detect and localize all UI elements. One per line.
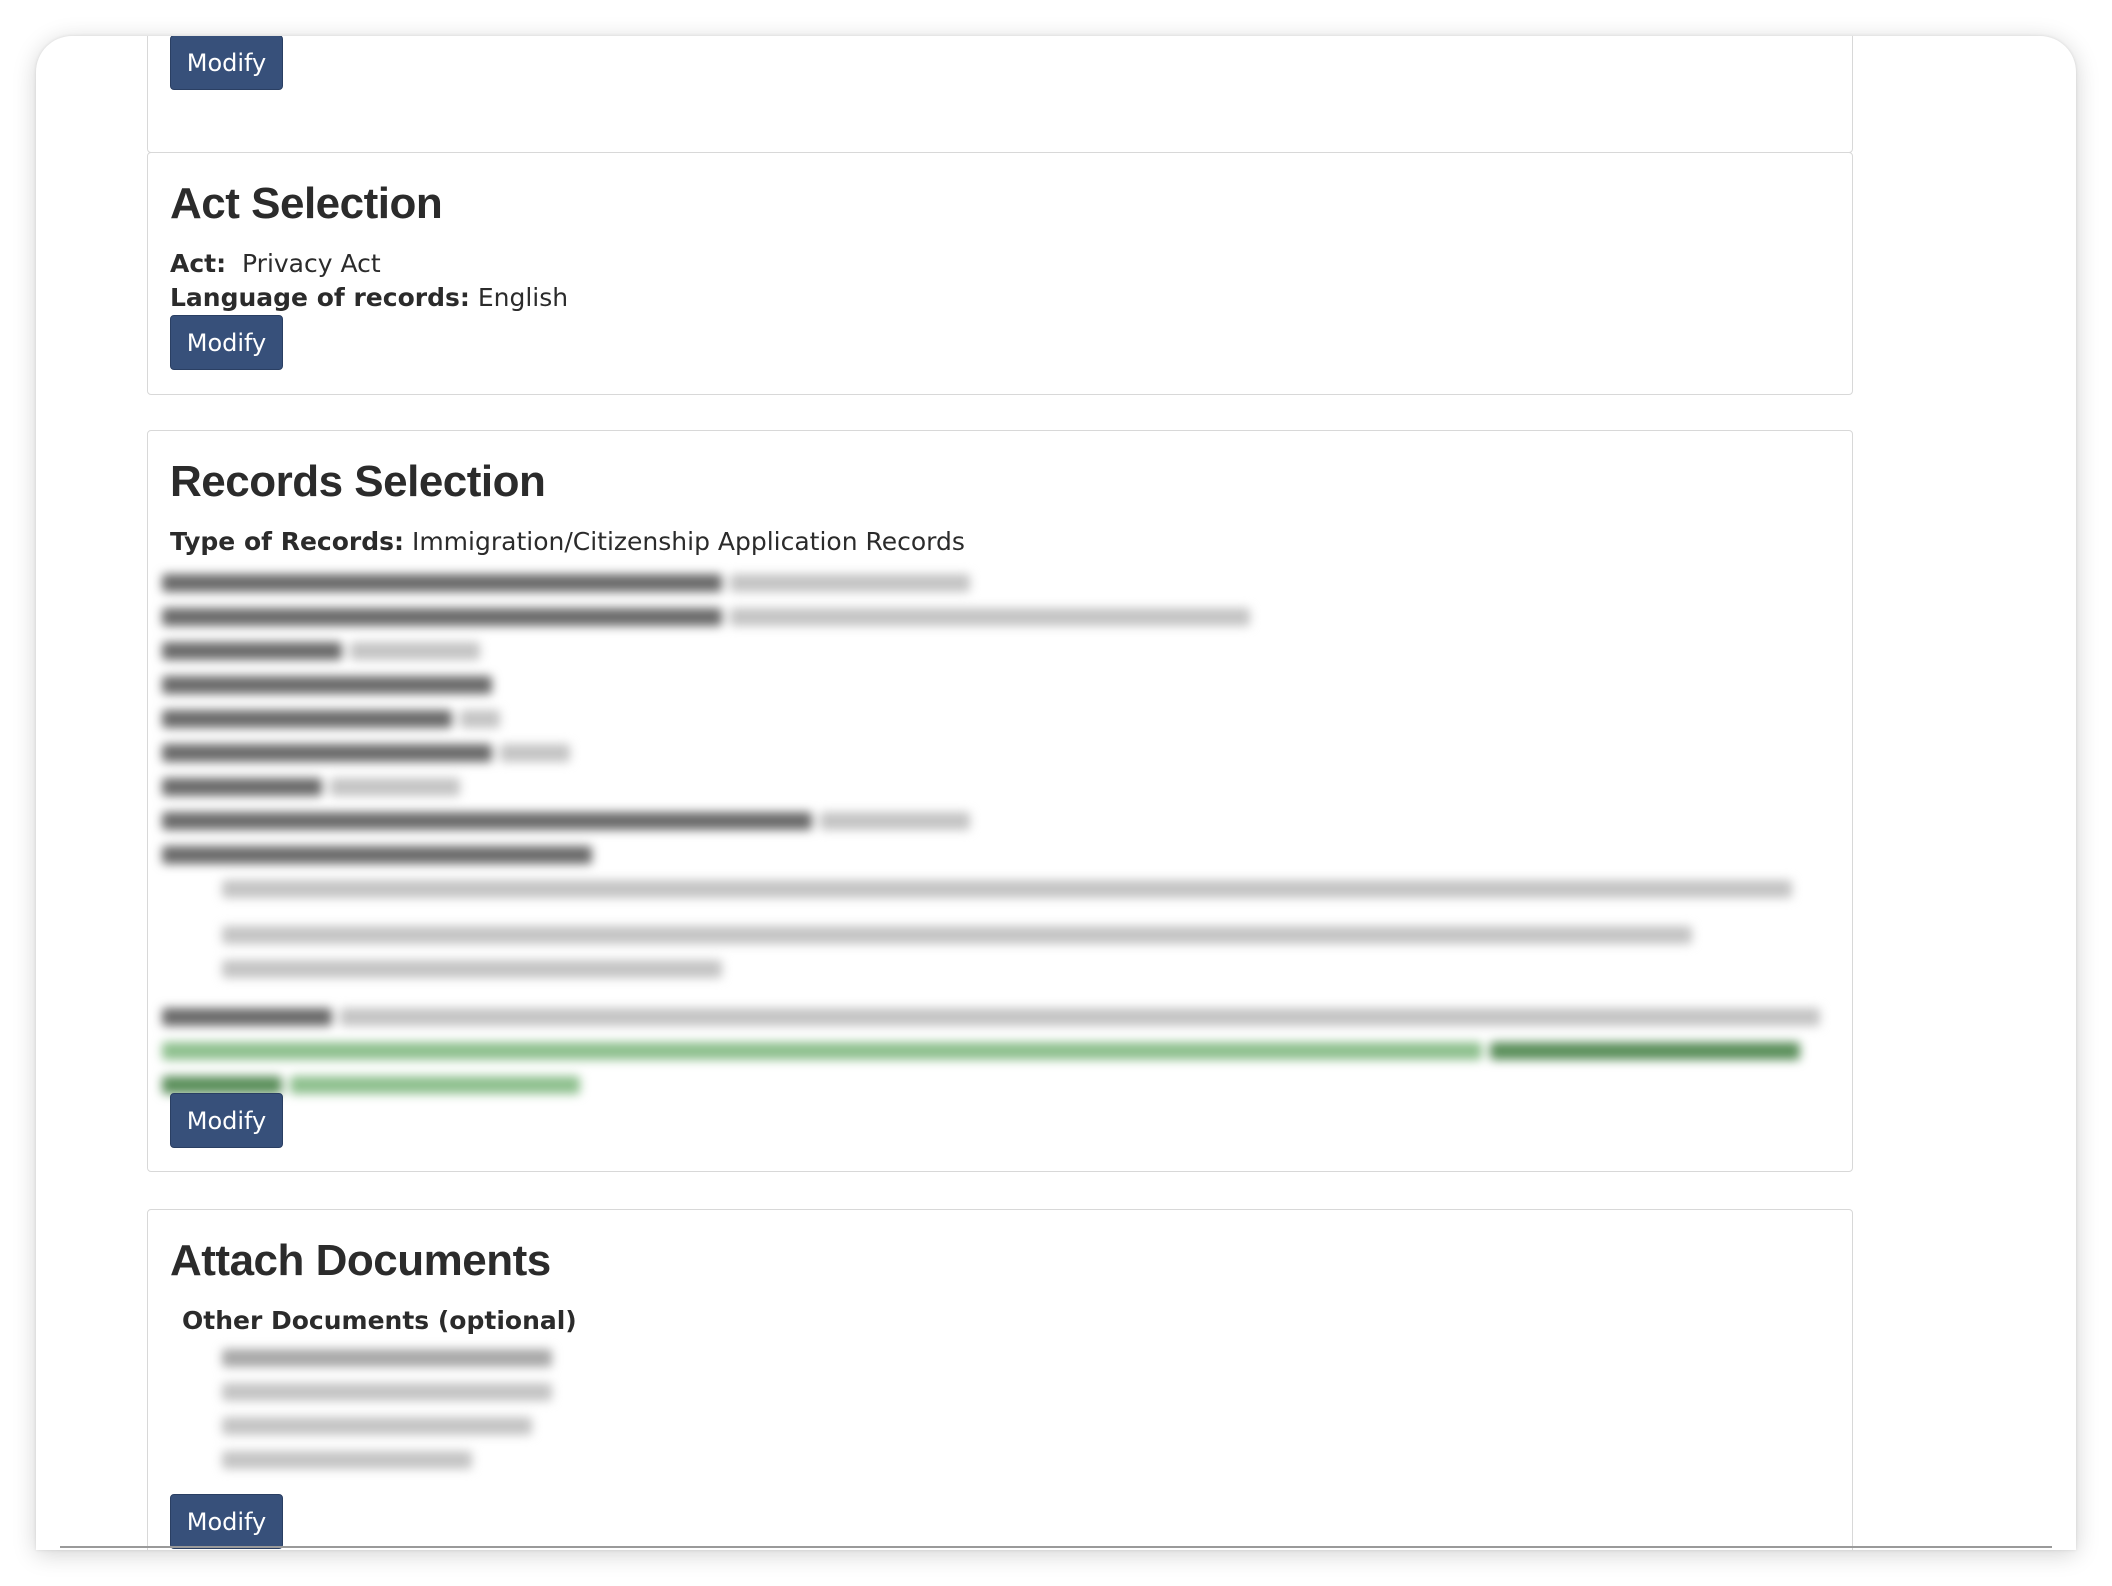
other-documents-label: Other Documents (optional): [182, 1306, 577, 1335]
redacted-record-details-continued: [222, 917, 1802, 997]
modify-button-records[interactable]: Modify: [170, 1093, 283, 1148]
language-label: Language of records:: [170, 283, 470, 312]
previous-section-panel: Modify: [147, 36, 1853, 153]
page-content: Modify Act Selection Act: Privacy Act La…: [36, 36, 2076, 1550]
act-value: Privacy Act: [242, 249, 381, 278]
modify-button-attach[interactable]: Modify: [170, 1494, 283, 1549]
redacted-record-details: [162, 565, 1842, 921]
attach-documents-panel: Attach Documents Other Documents (option…: [147, 1209, 1853, 1550]
act-selection-panel: Act Selection Act: Privacy Act Language …: [147, 152, 1853, 395]
modify-button-act[interactable]: Modify: [170, 315, 283, 370]
language-row: Language of records: English: [170, 283, 568, 312]
redacted-document-list: [162, 1340, 722, 1480]
records-selection-panel: Records Selection Type of Records: Immig…: [147, 430, 1853, 1172]
section-title-attach-documents: Attach Documents: [170, 1236, 551, 1285]
redacted-request-status: [162, 999, 1842, 1125]
act-label: Act:: [170, 249, 227, 278]
type-of-records-label: Type of Records:: [170, 527, 404, 556]
modify-button-previous[interactable]: Modify: [170, 36, 283, 90]
type-of-records-row: Type of Records: Immigration/Citizenship…: [170, 527, 965, 556]
section-title-act-selection: Act Selection: [170, 179, 443, 228]
window-bottom-edge: [60, 1546, 2052, 1548]
act-row: Act: Privacy Act: [170, 249, 381, 278]
section-title-records-selection: Records Selection: [170, 457, 546, 506]
type-of-records-value: Immigration/Citizenship Application Reco…: [411, 527, 965, 556]
browser-window: Modify Act Selection Act: Privacy Act La…: [36, 36, 2076, 1550]
language-value: English: [477, 283, 569, 312]
